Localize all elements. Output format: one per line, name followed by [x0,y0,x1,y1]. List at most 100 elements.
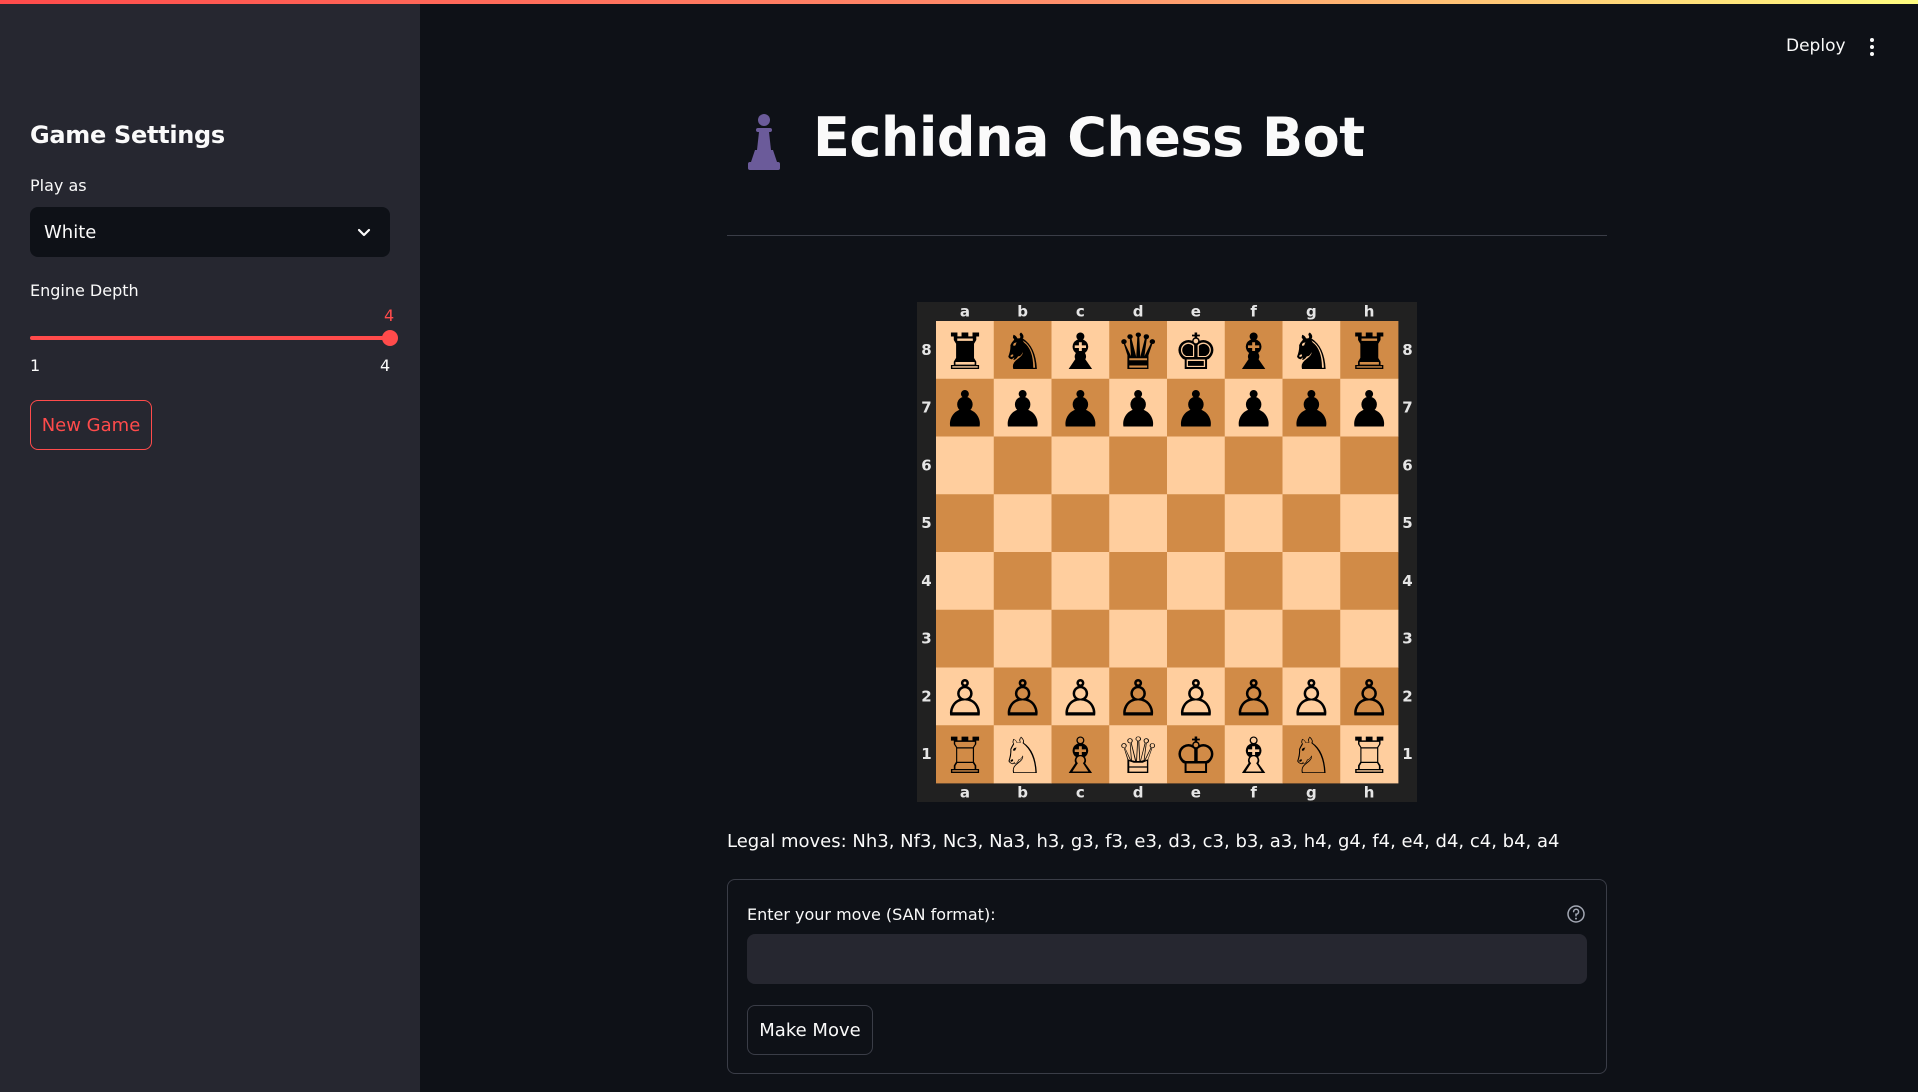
square-h5[interactable] [1340,494,1399,553]
piece-a8[interactable]: ♜ [942,323,987,381]
piece-f8[interactable]: ♝ [1231,323,1276,381]
slider-max-value: 4 [380,356,391,375]
new-game-button[interactable]: New Game [30,400,152,450]
square-a5[interactable] [936,494,995,553]
square-g5[interactable] [1282,494,1341,553]
square-c6[interactable] [1051,436,1110,495]
square-e5[interactable] [1167,494,1226,553]
legal-moves-text: Legal moves: Nh3, Nf3, Nc3, Na3, h3, g3,… [727,831,1560,852]
square-h3[interactable] [1340,609,1399,668]
square-d5[interactable] [1109,494,1168,553]
square-f3[interactable] [1224,609,1283,668]
engine-depth-slider-thumb[interactable] [382,330,398,346]
piece-e2[interactable]: ♙ [1173,669,1218,727]
piece-e1[interactable]: ♔ [1173,727,1218,785]
rank-label-left-8: 8 [921,341,931,359]
piece-a7[interactable]: ♟ [942,381,987,439]
square-a3[interactable] [936,609,995,668]
file-label-top-a: a [960,303,970,321]
help-circle-icon[interactable] [1566,904,1586,924]
square-e6[interactable] [1167,436,1226,495]
square-d4[interactable] [1109,552,1168,611]
pawn-icon [748,114,780,170]
piece-g1[interactable]: ♘ [1289,727,1334,785]
square-b4[interactable] [993,552,1052,611]
file-label-top-b: b [1017,303,1028,321]
make-move-button[interactable]: Make Move [747,1005,873,1055]
file-label-bottom-b: b [1017,784,1028,802]
piece-h2[interactable]: ♙ [1347,669,1392,727]
file-label-bottom-a: a [960,784,970,802]
square-f6[interactable] [1224,436,1283,495]
rank-label-right-3: 3 [1402,630,1412,648]
play-as-select[interactable]: White [30,207,390,257]
square-b6[interactable] [993,436,1052,495]
file-label-bottom-e: e [1191,784,1201,802]
piece-f2[interactable]: ♙ [1231,669,1276,727]
file-label-top-f: f [1250,303,1257,321]
piece-d7[interactable]: ♟ [1116,381,1161,439]
piece-g7[interactable]: ♟ [1289,381,1334,439]
piece-g8[interactable]: ♞ [1289,323,1334,381]
piece-d1[interactable]: ♕ [1116,727,1161,785]
piece-b2[interactable]: ♙ [1000,669,1045,727]
chess-board[interactable]: ♜ ♞ ♝ ♛ ♚ ♝ ♞ ♜♟ ♟ ♟ ♟ ♟ ♟ ♟ ♟♙ ♙ ♙ ♙ ♙ ♙ ♙ ♙♖ ♘ ♗ ♕ ♔ ♗ ♘ ♖aabbccdd… [917,302,1417,802]
file-label-top-d: d [1133,303,1144,321]
top-decoration-bar [0,0,1918,4]
piece-h8[interactable]: ♜ [1347,323,1392,381]
square-c3[interactable] [1051,609,1110,668]
rank-label-left-7: 7 [921,399,931,417]
engine-depth-slider-track[interactable] [30,336,390,340]
rank-label-left-4: 4 [921,572,931,590]
square-c4[interactable] [1051,552,1110,611]
square-h4[interactable] [1340,552,1399,611]
move-input-label: Enter your move (SAN format): [747,905,996,924]
rank-label-right-6: 6 [1402,456,1412,474]
square-d6[interactable] [1109,436,1168,495]
file-label-bottom-g: g [1306,784,1317,802]
piece-e7[interactable]: ♟ [1173,381,1218,439]
square-a6[interactable] [936,436,995,495]
square-e4[interactable] [1167,552,1226,611]
deploy-button[interactable]: Deploy [1786,36,1846,56]
square-f5[interactable] [1224,494,1283,553]
square-g4[interactable] [1282,552,1341,611]
rank-label-left-6: 6 [921,456,931,474]
square-c5[interactable] [1051,494,1110,553]
piece-b7[interactable]: ♟ [1000,381,1045,439]
piece-d2[interactable]: ♙ [1116,669,1161,727]
piece-f7[interactable]: ♟ [1231,381,1276,439]
file-label-top-g: g [1306,303,1317,321]
piece-a1[interactable]: ♖ [942,727,987,785]
piece-b8[interactable]: ♞ [1000,323,1045,381]
piece-h7[interactable]: ♟ [1347,381,1392,439]
piece-d8[interactable]: ♛ [1116,323,1161,381]
square-a4[interactable] [936,552,995,611]
piece-b1[interactable]: ♘ [1000,727,1045,785]
move-form: Enter your move (SAN format): Make Move [727,879,1607,1074]
file-label-top-c: c [1076,303,1085,321]
piece-a2[interactable]: ♙ [942,669,987,727]
square-g6[interactable] [1282,436,1341,495]
rank-label-right-5: 5 [1402,514,1412,532]
square-b3[interactable] [993,609,1052,668]
rank-label-right-8: 8 [1402,341,1412,359]
piece-f1[interactable]: ♗ [1231,727,1276,785]
piece-h1[interactable]: ♖ [1347,727,1392,785]
square-f4[interactable] [1224,552,1283,611]
square-b5[interactable] [993,494,1052,553]
move-input[interactable] [747,934,1587,984]
square-h6[interactable] [1340,436,1399,495]
vertical-dots-icon[interactable] [1862,36,1882,58]
piece-e8[interactable]: ♚ [1173,323,1218,381]
piece-g2[interactable]: ♙ [1289,669,1334,727]
piece-c8[interactable]: ♝ [1058,323,1103,381]
square-d3[interactable] [1109,609,1168,668]
piece-c7[interactable]: ♟ [1058,381,1103,439]
square-g3[interactable] [1282,609,1341,668]
piece-c1[interactable]: ♗ [1058,727,1103,785]
rank-label-left-2: 2 [921,687,931,705]
file-label-bottom-f: f [1250,784,1257,802]
square-e3[interactable] [1167,609,1226,668]
piece-c2[interactable]: ♙ [1058,669,1103,727]
